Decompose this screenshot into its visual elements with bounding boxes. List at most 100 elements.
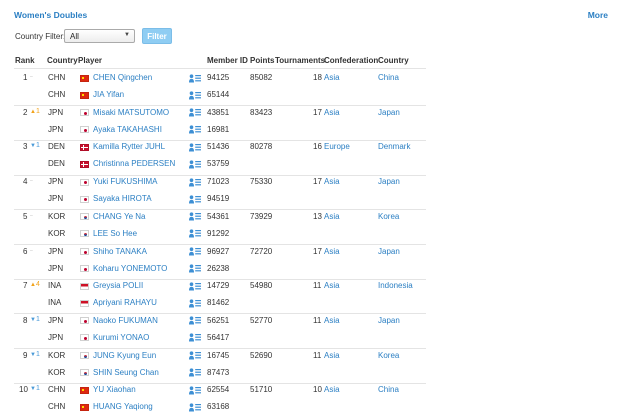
rank-number: 2 (23, 107, 28, 117)
player-profile-icon[interactable] (189, 386, 201, 395)
player-profile-icon[interactable] (189, 90, 201, 100)
confederation-link[interactable]: Asia (324, 316, 340, 325)
trend-value: 1 (36, 142, 40, 150)
points-value: 72720 (250, 246, 273, 256)
player-profile-icon[interactable] (189, 73, 201, 83)
confederation-link[interactable]: Asia (324, 73, 340, 82)
country-filter-select[interactable]: All ▼ (64, 29, 135, 43)
confederation-link[interactable]: Asia (324, 281, 340, 290)
points-value: 85082 (250, 73, 273, 82)
player-country-code: JPN (48, 332, 64, 342)
country-link[interactable]: Japan (378, 247, 400, 256)
trend-unchanged-icon: – (30, 247, 33, 254)
member-id: 71023 (207, 177, 230, 187)
player-profile-icon[interactable] (189, 351, 201, 360)
member-id: 87473 (207, 367, 230, 377)
player-name-link[interactable]: CHEN Qingchen (93, 73, 152, 82)
player-name-link[interactable]: CHANG Ye Na (93, 212, 145, 221)
player-profile-icon[interactable] (189, 108, 201, 117)
player-name-link[interactable]: Koharu YONEMOTO (93, 264, 167, 273)
player-profile-icon[interactable] (189, 316, 201, 325)
player-profile-icon[interactable] (189, 247, 201, 256)
rank-number: 1 (23, 73, 28, 82)
member-id: 63168 (207, 402, 230, 412)
member-id: 14729 (207, 281, 230, 291)
rank-number: 8 (23, 315, 28, 325)
filter-button[interactable]: Filter (142, 28, 172, 44)
trend-value: 1 (36, 350, 40, 358)
player-name-link[interactable]: LEE So Hee (93, 229, 137, 238)
jpn-flag-icon (80, 126, 89, 134)
player-name-link[interactable]: SHIN Seung Chan (93, 368, 159, 377)
confederation-link[interactable]: Asia (324, 247, 340, 256)
chn-flag-icon (80, 91, 89, 99)
player-name-link[interactable]: YU Xiaohan (93, 385, 136, 394)
player-profile-icon[interactable] (189, 143, 201, 152)
rank-number: 7 (23, 281, 28, 291)
rankings-page: Women's Doubles More Country Filter: All… (0, 0, 620, 413)
country-link[interactable]: China (378, 385, 399, 394)
member-id: 26238 (207, 263, 230, 273)
player-name-link[interactable]: Naoko FUKUMAN (93, 316, 158, 325)
column-header-country: Country (47, 56, 78, 65)
trend-unchanged-icon: – (30, 178, 33, 185)
kor-flag-icon (80, 352, 89, 360)
player-name-link[interactable]: Ayaka TAKAHASHI (93, 125, 162, 134)
member-id: 56417 (207, 332, 230, 342)
country-link[interactable]: Japan (378, 316, 400, 325)
jpn-flag-icon (80, 109, 89, 117)
player-country-code: KOR (48, 350, 66, 360)
player-profile-icon[interactable] (189, 282, 201, 291)
player-name-link[interactable]: JUNG Kyung Eun (93, 351, 156, 360)
player-profile-icon[interactable] (189, 403, 201, 412)
confederation-link[interactable]: Asia (324, 108, 340, 117)
chn-flag-icon (80, 386, 89, 394)
player-profile-icon[interactable] (189, 333, 201, 342)
player-country-code: JPN (48, 194, 64, 204)
player-profile-icon[interactable] (189, 229, 201, 238)
member-id: 54361 (207, 211, 230, 221)
player-name-link[interactable]: Sayaka HIROTA (93, 194, 152, 203)
player-name-link[interactable]: HUANG Yaqiong (93, 402, 153, 411)
confederation-link[interactable]: Europe (324, 142, 350, 151)
confederation-link[interactable]: Asia (324, 177, 340, 186)
country-link[interactable]: Japan (378, 108, 400, 117)
more-link[interactable]: More (588, 10, 608, 20)
player-profile-icon[interactable] (189, 194, 201, 204)
column-header-player: Player (78, 56, 103, 65)
country-link[interactable]: Indonesia (378, 281, 413, 290)
country-link[interactable]: Korea (378, 351, 399, 360)
trend-value: 1 (36, 385, 40, 393)
player-profile-icon[interactable] (189, 264, 201, 273)
player-name-link[interactable]: Greysia POLII (93, 281, 143, 290)
player-country-code: JPN (48, 107, 64, 117)
player-name-link[interactable]: Shiho TANAKA (93, 247, 147, 256)
points-value: 51710 (250, 385, 273, 395)
player-name-link[interactable]: Misaki MATSUTOMO (93, 108, 169, 117)
member-id: 94125 (207, 73, 230, 82)
ina-flag-icon (80, 282, 89, 290)
tournaments-count: 11 (313, 281, 322, 291)
confederation-link[interactable]: Asia (324, 212, 340, 221)
country-link[interactable]: Denmark (378, 142, 410, 151)
player-name-link[interactable]: Yuki FUKUSHIMA (93, 177, 157, 186)
player-profile-icon[interactable] (189, 212, 201, 221)
player-name-link[interactable]: JIA Yifan (93, 90, 124, 99)
player-name-link[interactable]: Apriyani RAHAYU (93, 298, 157, 307)
country-link[interactable]: China (378, 73, 399, 82)
player-profile-icon[interactable] (189, 177, 201, 187)
points-value: 52690 (250, 350, 273, 360)
player-name-link[interactable]: Kurumi YONAO (93, 333, 149, 342)
points-value: 80278 (250, 142, 273, 152)
player-profile-icon[interactable] (189, 299, 201, 308)
player-profile-icon[interactable] (189, 160, 201, 169)
country-link[interactable]: Japan (378, 177, 400, 186)
player-profile-icon[interactable] (189, 368, 201, 377)
confederation-link[interactable]: Asia (324, 385, 340, 394)
player-name-link[interactable]: Kamilla Rytter JUHL (93, 142, 165, 151)
tournaments-count: 11 (313, 350, 322, 360)
country-link[interactable]: Korea (378, 212, 399, 221)
player-profile-icon[interactable] (189, 125, 201, 134)
player-name-link[interactable]: Christinna PEDERSEN (93, 159, 175, 168)
confederation-link[interactable]: Asia (324, 351, 340, 360)
